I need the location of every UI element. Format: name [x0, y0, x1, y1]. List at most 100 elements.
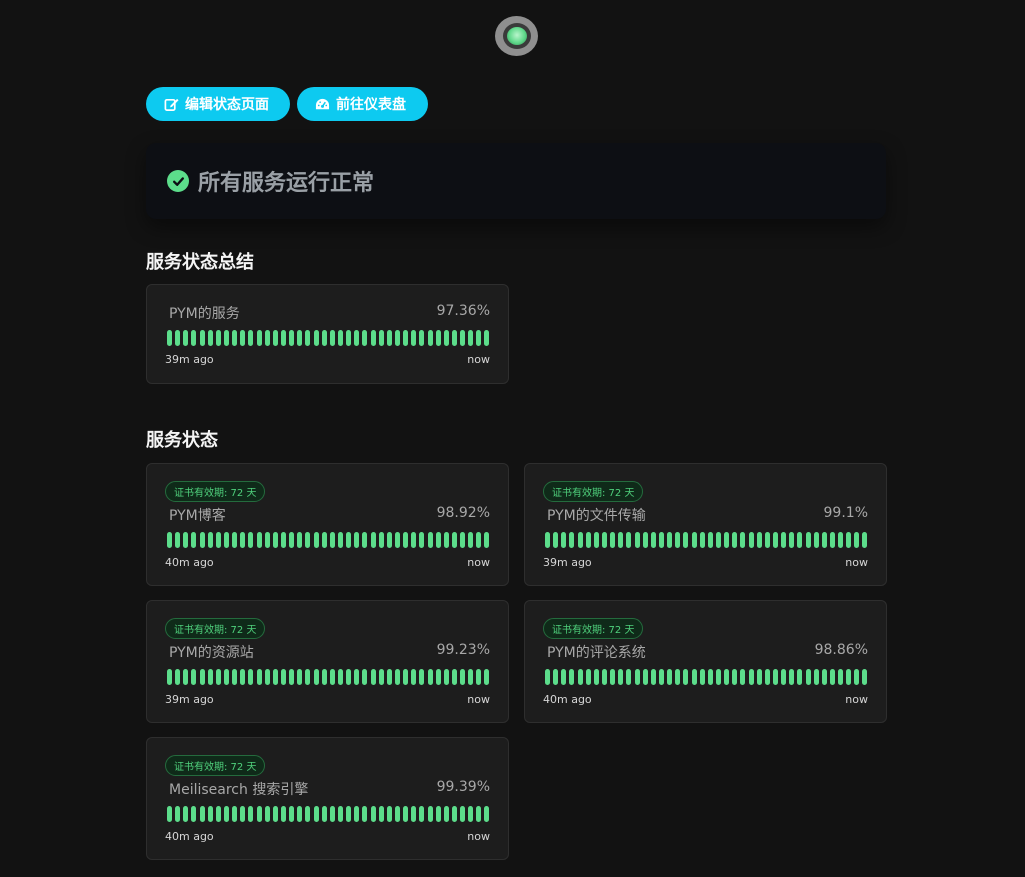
heartbeat-beat: [191, 532, 197, 548]
heartbeat-beat: [313, 330, 319, 346]
heartbeat-beat: [618, 532, 624, 548]
heartbeat-beat: [362, 532, 368, 548]
heartbeat-beat: [386, 669, 392, 685]
heartbeat-beat: [601, 669, 607, 685]
heartbeat-beat: [435, 806, 441, 822]
heartbeat-beat: [419, 806, 425, 822]
heartbeat-beat: [484, 669, 490, 685]
heartbeat-beat: [642, 669, 648, 685]
heartbeat-beat: [313, 669, 319, 685]
certificate-expiry-badge: 证书有效期: 72 天: [543, 481, 644, 502]
heartbeat-beat: [829, 669, 835, 685]
heartbeat-beat: [821, 532, 827, 548]
heartbeat-beat: [297, 532, 303, 548]
heartbeat-beat: [191, 806, 197, 822]
heartbeat-beat: [427, 806, 433, 822]
monitor-name: PYM的文件传输: [547, 508, 646, 524]
heartbeat-beat: [443, 532, 449, 548]
heartbeat-beat: [585, 669, 591, 685]
heartbeat-beat: [394, 532, 400, 548]
heartbeat-beat: [846, 669, 852, 685]
heartbeat-beat: [183, 806, 189, 822]
heartbeat-bar: [167, 532, 490, 548]
heartbeat-beat: [256, 330, 262, 346]
heartbeat-beat: [610, 532, 616, 548]
heartbeat-beat: [451, 806, 457, 822]
heartbeat-beat: [699, 669, 705, 685]
monitor-name: PYM的评论系统: [547, 645, 646, 661]
heartbeat-beat: [272, 532, 278, 548]
timeline-end: now: [845, 693, 868, 706]
heartbeat-beat: [337, 806, 343, 822]
heartbeat-beat: [691, 532, 697, 548]
timeline-end: now: [845, 556, 868, 569]
heartbeat-beat: [577, 532, 583, 548]
go-to-dashboard-button[interactable]: 前往仪表盘: [297, 87, 428, 121]
heartbeat-beat: [207, 669, 213, 685]
heartbeat-bar: [167, 330, 490, 346]
heartbeat-beat: [394, 806, 400, 822]
heartbeat-beat: [232, 669, 238, 685]
heartbeat-beat: [305, 532, 311, 548]
services-section-title: 服务状态: [146, 430, 218, 451]
heartbeat-beat: [460, 669, 466, 685]
monitor-card: 证书有效期: 72 天 PYM的文件传输 99.1% 39m ago now: [524, 463, 887, 586]
heartbeat-bar: [167, 669, 490, 685]
heartbeat-beat: [370, 669, 376, 685]
heartbeat-beat: [484, 806, 490, 822]
heartbeat-beat: [199, 806, 205, 822]
heartbeat-beat: [207, 806, 213, 822]
heartbeat-beat: [484, 330, 490, 346]
heartbeat-beat: [223, 806, 229, 822]
heartbeat-beat: [468, 669, 474, 685]
heartbeat-bar: [167, 806, 490, 822]
heartbeat-beat: [223, 669, 229, 685]
heartbeat-bar: [545, 669, 868, 685]
heartbeat-beat: [829, 532, 835, 548]
heartbeat-beat: [175, 532, 181, 548]
heartbeat-beat: [443, 330, 449, 346]
heartbeat-beat: [362, 330, 368, 346]
heartbeat-beat: [183, 669, 189, 685]
timeline-start: 40m ago: [165, 830, 214, 843]
heartbeat-beat: [305, 806, 311, 822]
heartbeat-beat: [451, 330, 457, 346]
heartbeat-beat: [321, 532, 327, 548]
heartbeat-beat: [240, 669, 246, 685]
heartbeat-beat: [329, 806, 335, 822]
heartbeat-beat: [675, 669, 681, 685]
edit-status-page-label: 编辑状态页面: [185, 97, 269, 113]
heartbeat-beat: [585, 532, 591, 548]
heartbeat-beat: [691, 669, 697, 685]
heartbeat-beat: [634, 669, 640, 685]
heartbeat-beat: [207, 330, 213, 346]
heartbeat-beat: [167, 669, 172, 685]
heartbeat-beat: [476, 330, 482, 346]
heartbeat-beat: [354, 806, 360, 822]
heartbeat-beat: [167, 532, 172, 548]
heartbeat-beat: [394, 330, 400, 346]
heartbeat-beat: [297, 669, 303, 685]
heartbeat-beat: [289, 806, 295, 822]
heartbeat-beat: [732, 532, 738, 548]
heartbeat-beat: [378, 532, 384, 548]
heartbeat-beat: [223, 532, 229, 548]
heartbeat-beat: [346, 669, 352, 685]
edit-status-page-button[interactable]: 编辑状态页面: [146, 87, 290, 121]
heartbeat-beat: [805, 669, 811, 685]
heartbeat-beat: [378, 669, 384, 685]
heartbeat-beat: [232, 330, 238, 346]
heartbeat-beat: [577, 669, 583, 685]
heartbeat-beat: [346, 330, 352, 346]
heartbeat-beat: [346, 532, 352, 548]
heartbeat-beat: [626, 532, 632, 548]
heartbeat-beat: [272, 330, 278, 346]
heartbeat-beat: [813, 532, 819, 548]
heartbeat-beat: [223, 330, 229, 346]
heartbeat-beat: [370, 330, 376, 346]
heartbeat-beat: [240, 330, 246, 346]
heartbeat-beat: [715, 532, 721, 548]
heartbeat-beat: [354, 532, 360, 548]
heartbeat-beat: [460, 532, 466, 548]
heartbeat-beat: [764, 532, 770, 548]
